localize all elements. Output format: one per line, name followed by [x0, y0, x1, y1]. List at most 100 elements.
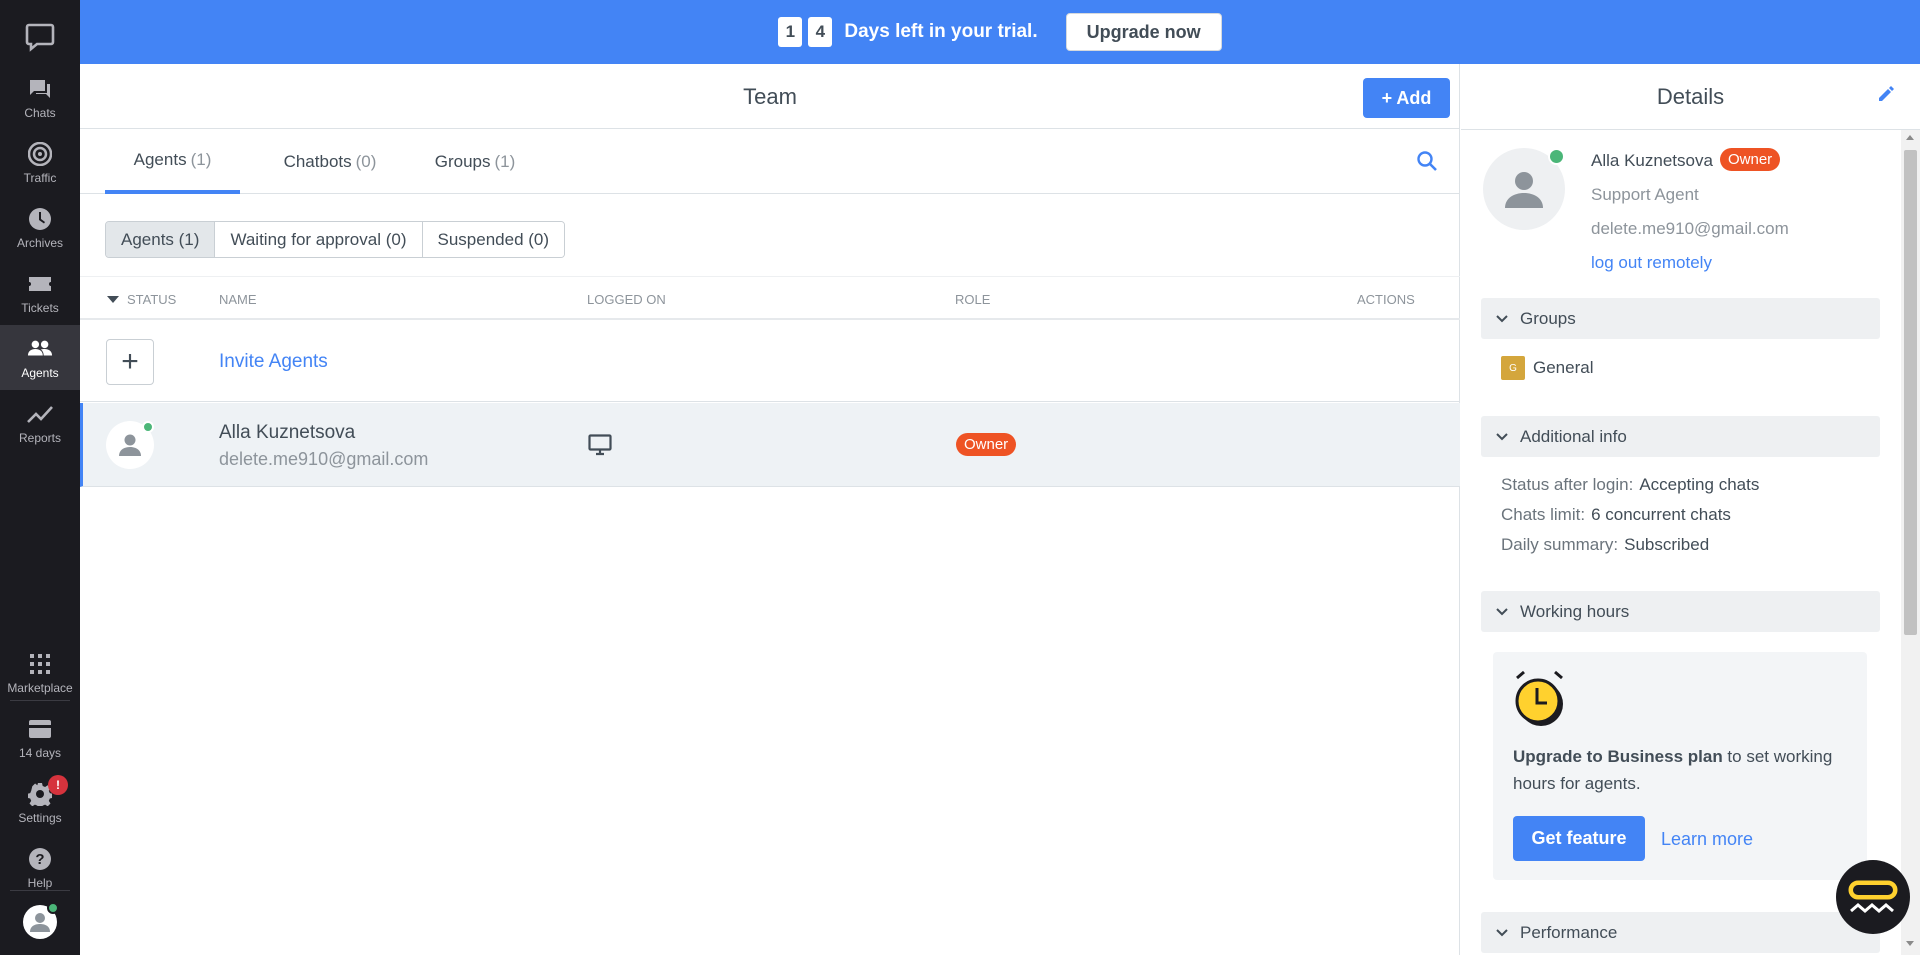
trial-days-digit: 1 — [778, 17, 803, 47]
chart-icon — [27, 401, 53, 427]
traffic-icon — [27, 141, 53, 167]
chat-widget-button[interactable] — [1836, 860, 1910, 934]
section-label: Working hours — [1520, 601, 1630, 621]
log-out-remotely-link[interactable]: log out remotely — [1591, 253, 1712, 273]
agent-name: Alla Kuznetsova — [219, 422, 356, 443]
chevron-down-icon — [1496, 927, 1508, 939]
sort-caret-icon — [107, 296, 119, 303]
user-avatar[interactable] — [23, 902, 59, 939]
desktop-monitor-icon — [588, 434, 612, 461]
search-icon[interactable] — [1416, 150, 1440, 174]
nav-item-chats[interactable]: Chats — [0, 65, 80, 130]
avatar — [1483, 148, 1565, 230]
group-chip: G General — [1501, 356, 1593, 380]
table-header: Status Name Logged on Role Actions — [80, 276, 1460, 320]
info-chats-limit: Chats limit: 6 concurrent chats — [1501, 505, 1731, 524]
column-status[interactable]: Status — [107, 292, 176, 307]
trial-text: Days left in your trial. — [844, 21, 1038, 42]
settings-alert-badge: ! — [48, 775, 68, 795]
column-name: Name — [219, 292, 257, 307]
role-cell: Owner — [956, 433, 1017, 456]
invite-agents-link[interactable]: Invite Agents — [219, 351, 328, 373]
tab-chatbots[interactable]: Chatbots (0) — [265, 130, 395, 194]
tab-groups[interactable]: Groups (1) — [415, 130, 535, 194]
ticket-icon — [27, 271, 53, 297]
chevron-down-icon — [1496, 313, 1508, 325]
filter-waiting-approval[interactable]: Waiting for approval (0) — [215, 222, 423, 257]
working-hours-upsell-text: Upgrade to Business plan to set working … — [1513, 747, 1833, 793]
info-status-after-login: Status after login: Accepting chats — [1501, 475, 1760, 494]
details-divider — [1461, 129, 1920, 130]
section-groups[interactable]: Groups — [1481, 298, 1880, 339]
chevron-down-icon — [1496, 606, 1508, 618]
trial-days-digit: 4 — [808, 17, 833, 47]
get-feature-button[interactable]: Get feature — [1513, 816, 1645, 861]
scroll-up-arrow-icon[interactable] — [1906, 135, 1914, 140]
working-hours-upsell-card: Upgrade to Business plan to set working … — [1493, 652, 1867, 880]
details-scrollbar[interactable] — [1901, 130, 1920, 955]
column-logged-on: Logged on — [587, 292, 666, 307]
nav-item-settings[interactable]: Settings ! — [0, 770, 80, 835]
tab-agents[interactable]: Agents (1) — [105, 130, 240, 194]
nav-divider — [10, 700, 70, 701]
nav-label: Settings — [18, 810, 62, 825]
nav-divider — [10, 890, 70, 891]
nav-item-traffic[interactable]: Traffic — [0, 130, 80, 195]
plus-icon[interactable]: + — [106, 339, 154, 385]
help-icon: ? — [27, 846, 53, 872]
tab-count: (0) — [355, 152, 377, 171]
nav-item-trial[interactable]: 14 days — [0, 705, 80, 770]
section-working-hours[interactable]: Working hours — [1481, 591, 1880, 632]
chat-icon — [27, 76, 53, 102]
tab-count: (1) — [494, 152, 516, 171]
nav-label: Archives — [16, 235, 63, 250]
column-actions: Actions — [1357, 292, 1415, 307]
filter-agents[interactable]: Agents (1) — [106, 222, 216, 257]
team-tabs: Agents (1) Chatbots (0) Groups (1) — [80, 130, 1460, 194]
upgrade-now-button[interactable]: Upgrade now — [1065, 13, 1222, 51]
nav-item-archives[interactable]: Archives — [0, 195, 80, 260]
role-badge: Owner — [956, 433, 1017, 456]
agents-icon — [27, 336, 53, 362]
nav-item-marketplace[interactable]: Marketplace — [0, 640, 80, 705]
scroll-down-arrow-icon[interactable] — [1906, 941, 1914, 946]
svg-text:?: ? — [35, 851, 44, 868]
invite-agents-row[interactable]: + Invite Agents — [80, 322, 1460, 402]
clock-icon — [27, 206, 53, 232]
scroll-thumb[interactable] — [1904, 150, 1917, 635]
nav-label: 14 days — [18, 745, 62, 760]
nav-item-tickets[interactable]: Tickets — [0, 260, 80, 325]
alarm-clock-icon — [1511, 668, 1567, 735]
details-agent-role: Support Agent — [1591, 185, 1699, 204]
group-initial-icon: G — [1501, 356, 1525, 380]
left-nav: Chats Traffic Archives Tickets Agents Re… — [0, 0, 80, 955]
section-label: Groups — [1520, 308, 1576, 328]
column-role: Role — [955, 292, 991, 307]
tab-label: Agents — [133, 150, 187, 169]
avatar — [106, 421, 154, 469]
app-logo-icon[interactable] — [0, 14, 80, 60]
table-row[interactable]: Alla Kuznetsova delete.me910@gmail.com O… — [80, 403, 1460, 487]
section-performance[interactable]: Performance — [1481, 912, 1880, 953]
learn-more-link[interactable]: Learn more — [1661, 829, 1753, 850]
online-status-dot — [1548, 148, 1565, 165]
details-title: Details — [1656, 84, 1725, 109]
nav-label: Tickets — [21, 300, 59, 315]
nav-label: Traffic — [23, 170, 57, 185]
nav-label: Reports — [18, 430, 62, 445]
nav-item-reports[interactable]: Reports — [0, 390, 80, 455]
team-header: Team + Add — [80, 64, 1460, 129]
pencil-edit-icon[interactable] — [1876, 84, 1896, 109]
page-title: Team — [743, 84, 797, 109]
filter-suspended[interactable]: Suspended (0) — [422, 222, 565, 257]
nav-label: Marketplace — [7, 680, 73, 695]
add-button[interactable]: + Add — [1363, 78, 1450, 118]
nav-item-agents[interactable]: Agents — [0, 325, 80, 390]
details-panel: Details Alla Kuznetsova Owner Support Ag… — [1461, 64, 1920, 955]
trial-banner: 1 4 Days left in your trial. Upgrade now — [80, 0, 1920, 64]
grid-icon — [27, 651, 53, 677]
section-label: Performance — [1520, 922, 1618, 942]
nav-label: Agents — [21, 365, 59, 380]
info-daily-summary: Daily summary: Subscribed — [1501, 535, 1710, 554]
section-additional-info[interactable]: Additional info — [1481, 416, 1880, 457]
